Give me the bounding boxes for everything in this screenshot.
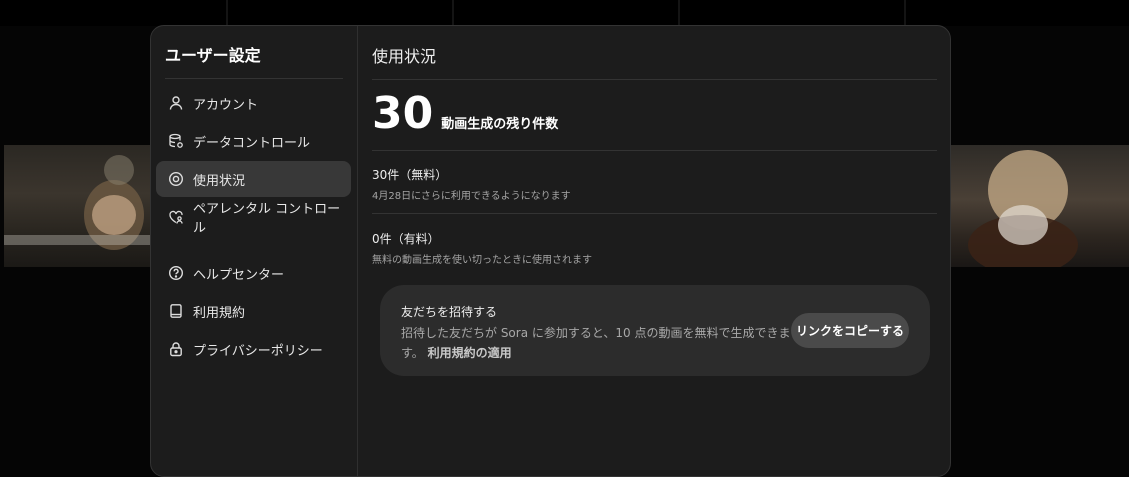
divider (372, 79, 937, 80)
divider (372, 150, 937, 151)
sidebar-item-label: 利用規約 (193, 305, 246, 321)
user-settings-modal: ユーザー設定 アカウント データコントロール 使用状況 ペアレンタル コントロー (150, 25, 951, 477)
remaining-label: 動画生成の残り件数 (441, 117, 559, 132)
usage-panel: 使用状況 30 動画生成の残り件数 30件（無料） 4月28日にさらに利用できる… (358, 26, 950, 476)
sidebar-item-terms[interactable]: 利用規約 (156, 293, 351, 329)
sidebar-item-label: 使用状況 (193, 173, 246, 189)
book-icon (168, 303, 184, 319)
background-video-thumbnail-left (4, 145, 154, 267)
free-refresh-note: 4月28日にさらに利用できるようになります (372, 191, 571, 202)
sidebar-item-label: ヘルプセンター (193, 267, 285, 283)
sidebar-item-usage[interactable]: 使用状況 (156, 161, 351, 197)
sidebar-item-label: プライバシーポリシー (193, 343, 323, 359)
paid-count: 0件（有料） (372, 232, 440, 246)
divider (372, 213, 937, 214)
user-icon (168, 95, 184, 111)
background-video-thumbnail-right (948, 145, 1129, 267)
sidebar-item-help-center[interactable]: ヘルプセンター (156, 255, 351, 291)
help-icon (168, 265, 184, 281)
free-count: 30件（無料） (372, 168, 448, 182)
sidebar-item-label: データコントロール (193, 135, 311, 151)
database-icon (168, 133, 184, 149)
remaining-summary: 30 動画生成の残り件数 (372, 92, 558, 136)
sidebar-item-data-controls[interactable]: データコントロール (156, 123, 351, 159)
heart-user-icon (168, 209, 184, 225)
sidebar-title: ユーザー設定 (165, 46, 261, 65)
background-top-strip (0, 0, 1129, 26)
invite-title: 友だちを招待する (401, 305, 498, 319)
usage-icon (168, 171, 184, 187)
lock-icon (168, 341, 184, 357)
sidebar-item-label: ペアレンタル コントロール (193, 202, 341, 236)
paid-note: 無料の動画生成を使い切ったときに使用されます (372, 255, 592, 266)
sidebar-item-parental-controls[interactable]: ペアレンタル コントロール (156, 199, 351, 236)
settings-sidebar: ユーザー設定 アカウント データコントロール 使用状況 ペアレンタル コントロー (151, 26, 358, 476)
invite-description: 招待した友だちが Sora に参加すると、10 点の動画を無料で生成できます。 … (401, 323, 791, 363)
terms-link[interactable]: 利用規約の適用 (428, 346, 512, 360)
sidebar-item-account[interactable]: アカウント (156, 85, 351, 121)
sidebar-item-privacy-policy[interactable]: プライバシーポリシー (156, 331, 351, 367)
page-title: 使用状況 (372, 47, 437, 66)
sidebar-divider (165, 78, 343, 79)
copy-link-button[interactable]: リンクをコピーする (791, 313, 909, 348)
invite-friends-card: 友だちを招待する 招待した友だちが Sora に参加すると、10 点の動画を無料… (380, 285, 930, 376)
remaining-count: 30 (372, 88, 434, 139)
sidebar-item-label: アカウント (193, 97, 259, 113)
